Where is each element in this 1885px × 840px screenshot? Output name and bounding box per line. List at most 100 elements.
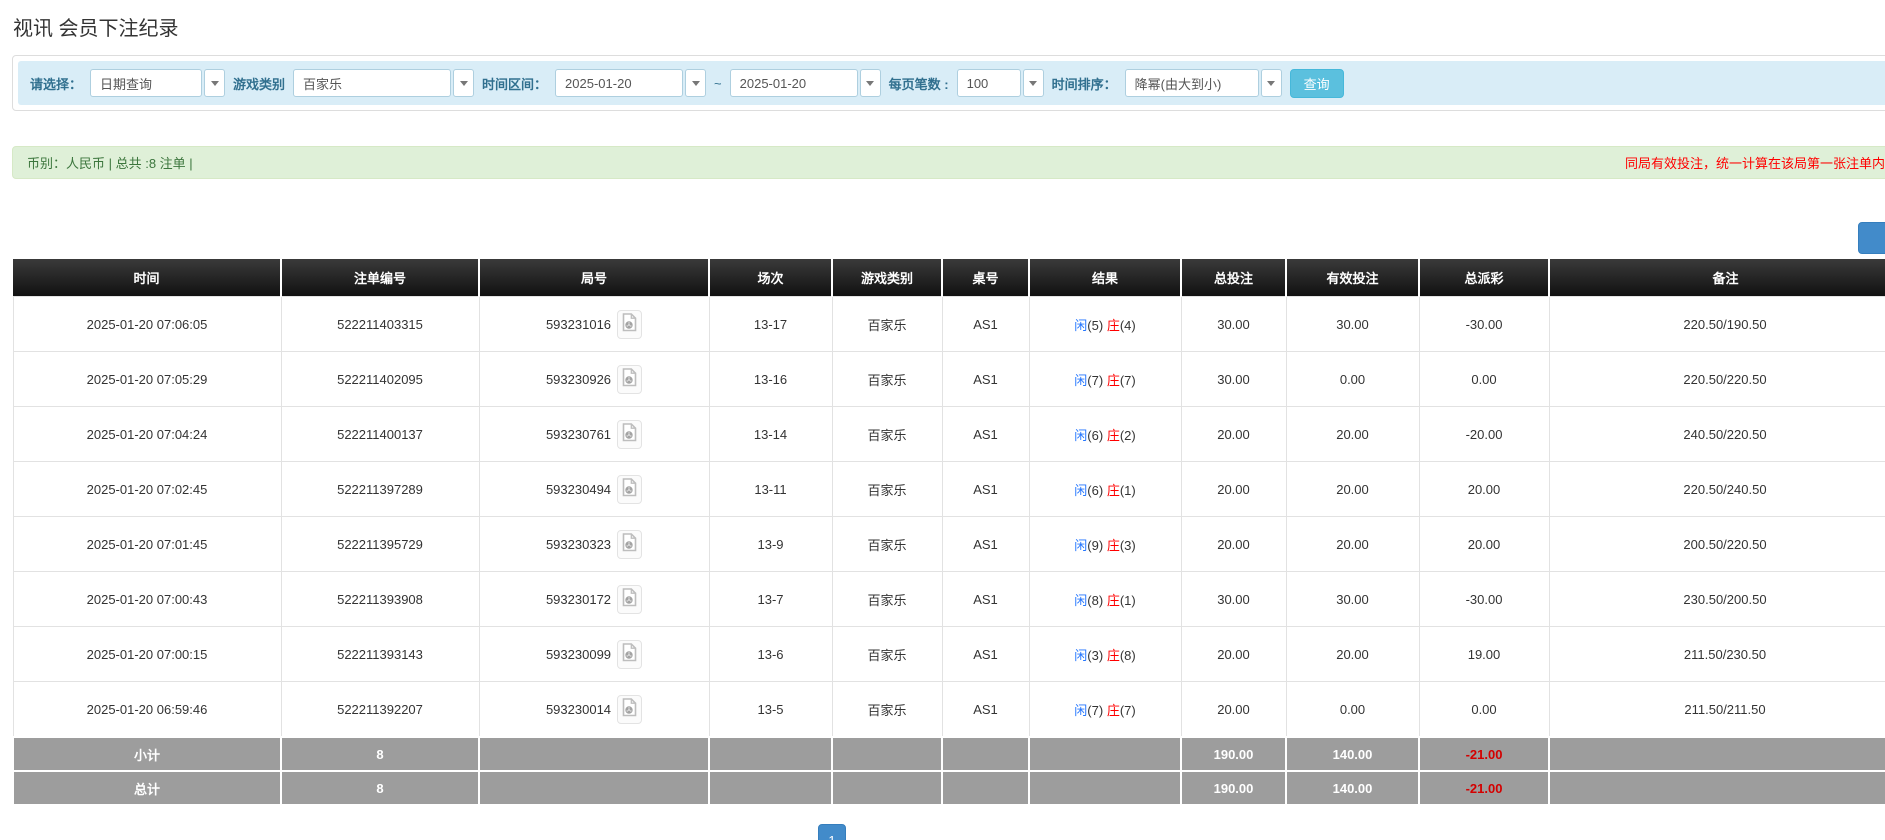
query-type-value[interactable]: 日期查询: [90, 69, 203, 97]
grand-total-row-empty: [831, 770, 943, 806]
game-type-cell: 百家乐: [831, 516, 943, 572]
time-sort-value[interactable]: 降幂(由大到小): [1124, 69, 1259, 97]
game-type-cell: 百家乐: [831, 461, 943, 517]
total-bet-cell[interactable]: 20.00: [1180, 406, 1287, 462]
column-header: 桌号: [942, 259, 1030, 297]
result-cell: 闲(6) 庄(1): [1028, 461, 1182, 517]
grand-total-row-label: 总计: [12, 770, 282, 806]
table-no-cell: AS1: [941, 296, 1030, 352]
grand-total-row-empty: [478, 770, 710, 806]
video-replay-button[interactable]: [617, 419, 643, 449]
game-type-select[interactable]: 百家乐: [293, 69, 475, 97]
grand-total-row-empty: [708, 770, 833, 806]
query-type-select[interactable]: 日期查询: [90, 69, 226, 97]
round-no-cell: 593230761: [478, 406, 710, 462]
remark-cell: 220.50/240.50: [1548, 461, 1885, 517]
total-bet-cell[interactable]: 30.00: [1180, 571, 1287, 627]
video-file-icon: [622, 368, 637, 390]
chevron-down-icon[interactable]: [204, 69, 226, 97]
session-cell: 13-7: [708, 571, 833, 627]
game-type-cell: 百家乐: [831, 571, 943, 627]
pagination-page-button[interactable]: 1: [818, 824, 846, 840]
search-button[interactable]: 查询: [1289, 68, 1344, 98]
round-no-cell: 593230172: [478, 571, 710, 627]
game-type-cell: 百家乐: [831, 406, 943, 462]
page: 视讯 会员下注纪录 请选择： 日期查询 游戏类别 百家乐 时间区间： 2025-…: [0, 0, 1885, 840]
total-bet-cell[interactable]: 20.00: [1180, 681, 1287, 738]
date-to-value[interactable]: 2025-01-20: [729, 69, 858, 97]
subtotal-row-count: 8: [280, 736, 480, 772]
valid-bet-cell: 0.00: [1285, 351, 1420, 407]
round-no-cell: 593230099: [478, 626, 710, 682]
column-header: 总投注: [1181, 259, 1287, 297]
grand-total-row-empty: [941, 770, 1030, 806]
table-no-cell: AS1: [941, 681, 1030, 738]
player-result: 闲: [1074, 317, 1088, 333]
table-row: 2025-01-20 07:06:05 522211403315 593231016…: [12, 296, 1885, 352]
game-type-cell: 百家乐: [831, 681, 943, 738]
valid-bet-cell: 0.00: [1285, 681, 1420, 738]
subtotal-row-payout: -21.00: [1418, 736, 1550, 772]
video-replay-button[interactable]: [617, 529, 643, 559]
player-result: 闲: [1074, 537, 1088, 553]
grand-total-row-valid-bet: 140.00: [1285, 770, 1420, 806]
export-button[interactable]: [1858, 222, 1885, 254]
table-row: 2025-01-20 07:00:43 522211393908 593230172…: [12, 571, 1885, 627]
remark-cell: 230.50/200.50: [1548, 571, 1885, 627]
page-size-select[interactable]: 100: [956, 69, 1044, 97]
session-cell: 13-11: [708, 461, 833, 517]
chevron-down-icon[interactable]: [685, 69, 707, 97]
player-result: 闲: [1074, 372, 1088, 388]
table-no-cell: AS1: [941, 406, 1030, 462]
time-cell: 2025-01-20 07:05:29: [12, 351, 282, 407]
player-result: 闲: [1074, 647, 1088, 663]
date-from-select[interactable]: 2025-01-20: [555, 69, 707, 97]
page-title: 视讯 会员下注纪录: [13, 18, 179, 40]
column-header: 时间: [13, 259, 282, 297]
video-replay-button[interactable]: [617, 694, 643, 724]
banker-result: 庄: [1106, 592, 1120, 608]
payout-cell: 0.00: [1418, 351, 1550, 407]
bet-no-cell: 522211393908: [280, 571, 480, 627]
date-from-value[interactable]: 2025-01-20: [555, 69, 684, 97]
page-size-value[interactable]: 100: [956, 69, 1021, 97]
chevron-down-icon[interactable]: [453, 69, 475, 97]
session-cell: 13-6: [708, 626, 833, 682]
time-cell: 2025-01-20 07:04:24: [12, 406, 282, 462]
video-file-icon: [622, 643, 637, 665]
result-cell: 闲(3) 庄(8): [1028, 626, 1182, 682]
result-cell: 闲(9) 庄(3): [1028, 516, 1182, 572]
video-replay-button[interactable]: [617, 584, 643, 614]
total-bet-cell[interactable]: 30.00: [1180, 351, 1287, 407]
table-no-cell: AS1: [941, 461, 1030, 517]
column-header: 注单编号: [281, 259, 480, 297]
time-sort-select[interactable]: 降幂(由大到小): [1124, 69, 1282, 97]
currency-total-text: 币别：人民币 | 总共 :8 注单 |: [27, 156, 193, 171]
total-bet-cell[interactable]: 30.00: [1180, 296, 1287, 352]
remark-cell: 200.50/220.50: [1548, 516, 1885, 572]
date-to-select[interactable]: 2025-01-20: [729, 69, 881, 97]
total-bet-cell[interactable]: 20.00: [1180, 516, 1287, 572]
video-replay-button[interactable]: [617, 309, 643, 339]
video-replay-button[interactable]: [617, 639, 643, 669]
subtotal-row: 小计 8 190.00 140.00 -21.00: [12, 736, 1885, 772]
game-type-value[interactable]: 百家乐: [293, 69, 452, 97]
round-no: 593230323: [545, 536, 612, 552]
chevron-down-icon[interactable]: [859, 69, 881, 97]
chevron-down-icon[interactable]: [1260, 69, 1282, 97]
grand-total-row-empty: [1028, 770, 1182, 806]
subtotal-row-empty: [1028, 736, 1182, 772]
total-bet-cell[interactable]: 20.00: [1180, 626, 1287, 682]
video-replay-button[interactable]: [617, 364, 643, 394]
video-replay-button[interactable]: [617, 474, 643, 504]
banker-result: 庄: [1106, 372, 1120, 388]
time-cell: 2025-01-20 06:59:46: [12, 681, 282, 738]
round-no-cell: 593230926: [478, 351, 710, 407]
table-row: 2025-01-20 07:01:45 522211395729 593230323…: [12, 516, 1885, 572]
round-no-cell: 593230323: [478, 516, 710, 572]
chevron-down-icon[interactable]: [1022, 69, 1044, 97]
grand-total-row-count: 8: [280, 770, 480, 806]
total-bet-cell[interactable]: 20.00: [1180, 461, 1287, 517]
valid-bet-cell: 30.00: [1285, 571, 1420, 627]
banker-result: 庄: [1106, 482, 1120, 498]
